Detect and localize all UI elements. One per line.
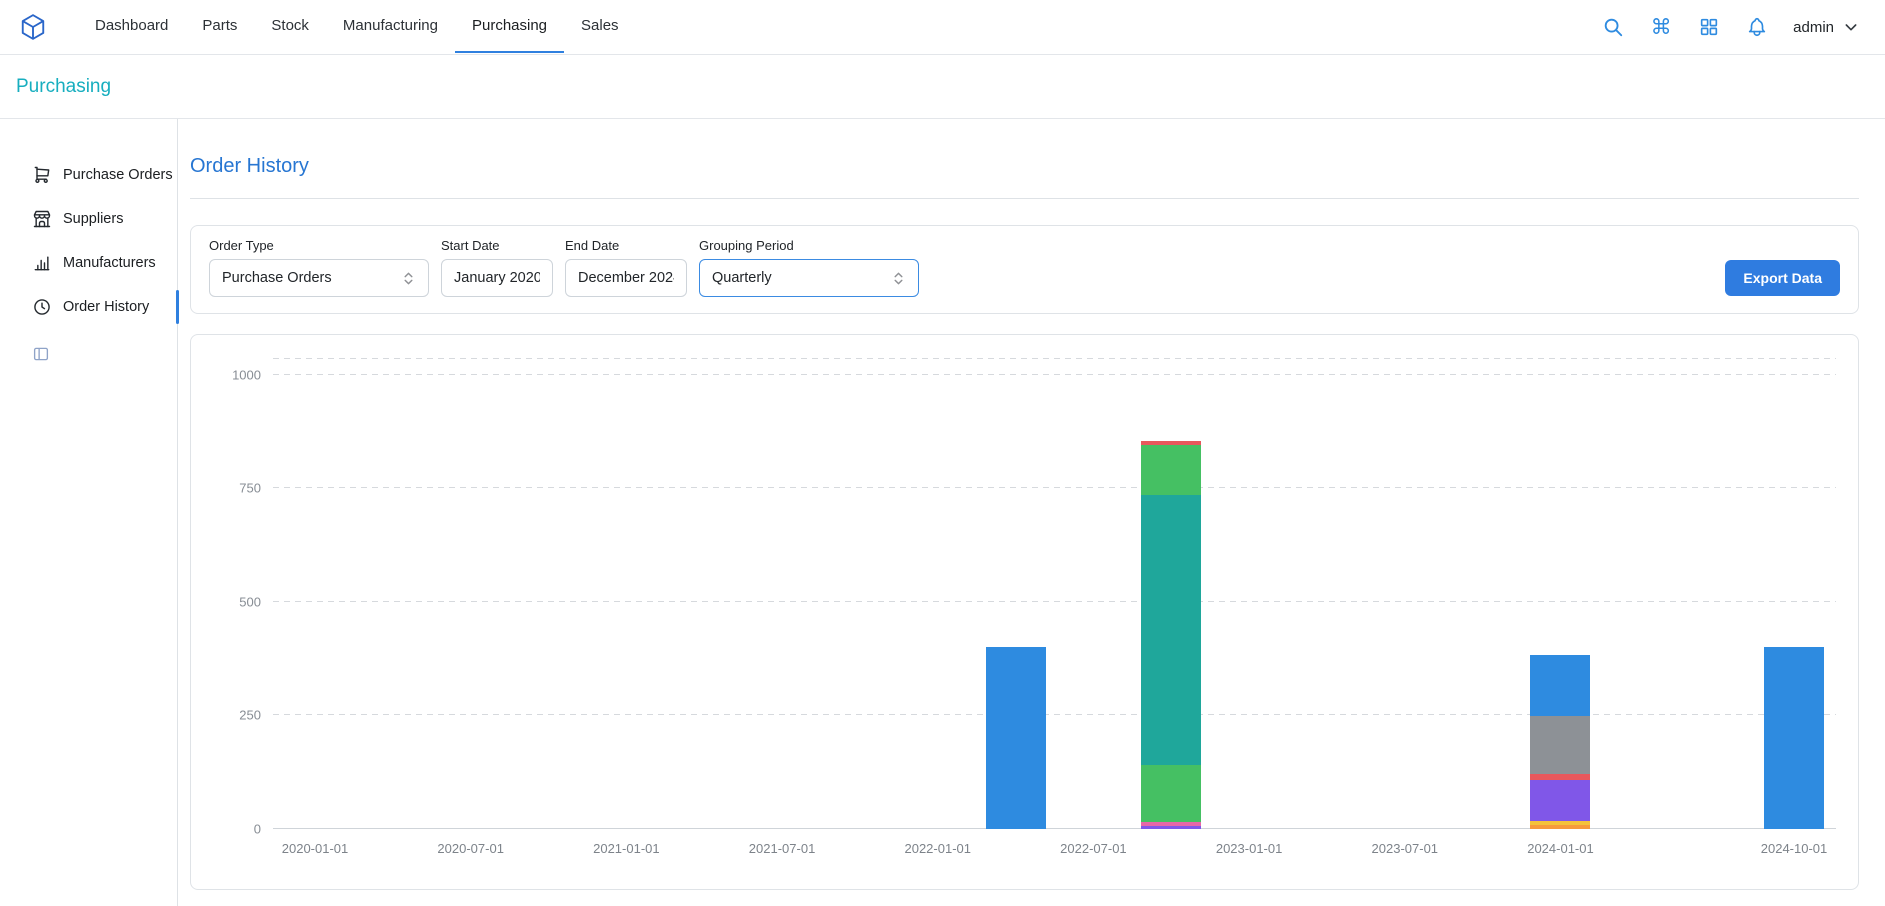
order-type-select[interactable]: Purchase Orders	[209, 259, 429, 297]
y-axis-tick: 1000	[232, 367, 261, 382]
y-axis-tick: 0	[254, 822, 261, 837]
chart-bar-segment	[1530, 655, 1590, 716]
order-type-label: Order Type	[209, 238, 429, 253]
end-date-field: End Date	[565, 238, 687, 297]
chart-bar-segment	[1141, 826, 1201, 829]
start-date-label: Start Date	[441, 238, 553, 253]
app-logo[interactable]	[18, 12, 48, 42]
tab-purchasing[interactable]: Purchasing	[455, 0, 564, 53]
sidebar-item-label: Suppliers	[63, 211, 123, 227]
chart-bar[interactable]	[1141, 441, 1201, 829]
order-history-chart: 2020-01-01 2020-07-01 2021-01-01 2021-07-01…	[209, 359, 1840, 871]
section-divider	[190, 198, 1859, 199]
chart-bar[interactable]	[986, 647, 1046, 829]
chart-bar-segment	[1530, 825, 1590, 829]
select-chevrons-icon	[401, 271, 416, 286]
sidebar-collapse-icon[interactable]	[32, 345, 50, 363]
order-type-value: Purchase Orders	[222, 270, 332, 286]
x-axis-tick: 2020-07-01	[437, 841, 504, 856]
main-tabs: Dashboard Parts Stock Manufacturing Purc…	[78, 0, 636, 54]
history-clock-icon	[32, 297, 52, 317]
chart-card: 2020-01-01 2020-07-01 2021-01-01 2021-07-01…	[190, 334, 1859, 890]
chevron-down-icon	[1843, 19, 1859, 35]
tab-stock[interactable]: Stock	[254, 0, 326, 53]
y-axis-tick: 500	[239, 594, 261, 609]
purchasing-sidebar: Purchase Orders Suppliers Manufacturers …	[0, 119, 178, 906]
start-date-field: Start Date	[441, 238, 553, 297]
chart-inner: 2020-01-012020-07-012021-01-012021-07-01…	[315, 359, 1794, 829]
username: admin	[1793, 19, 1834, 36]
x-axis-tick: 2020-01-01	[282, 841, 349, 856]
grouping-period-select[interactable]: Quarterly	[699, 259, 919, 297]
sidebar-item-purchase-orders[interactable]: Purchase Orders	[0, 153, 177, 197]
breadcrumb[interactable]: Purchasing	[16, 76, 111, 98]
shopping-cart-icon	[32, 165, 52, 185]
user-menu[interactable]: admin	[1793, 19, 1859, 36]
notifications-bell-icon[interactable]	[1745, 15, 1769, 39]
chart-bar-segment	[1141, 495, 1201, 765]
x-axis-tick: 2021-07-01	[749, 841, 816, 856]
chart-bar[interactable]	[1764, 647, 1824, 829]
chart-bar-segment	[1141, 445, 1201, 495]
start-date-input[interactable]	[441, 259, 553, 297]
sidebar-item-manufacturers[interactable]: Manufacturers	[0, 241, 177, 285]
grouping-period-value: Quarterly	[712, 270, 772, 286]
top-navbar: Dashboard Parts Stock Manufacturing Purc…	[0, 0, 1885, 55]
sidebar-item-label: Order History	[63, 299, 149, 315]
x-axis-tick: 2023-07-01	[1372, 841, 1439, 856]
chart-bar[interactable]	[1530, 655, 1590, 829]
tab-parts[interactable]: Parts	[185, 0, 254, 53]
content-area: Purchase Orders Suppliers Manufacturers …	[0, 119, 1885, 906]
chart-bar-segment	[1764, 647, 1824, 829]
x-axis-tick: 2024-10-01	[1761, 841, 1828, 856]
sidebar-item-label: Purchase Orders	[63, 167, 173, 183]
filter-card: Order Type Purchase Orders Start Date En…	[190, 225, 1859, 314]
chart-bar-segment	[1141, 765, 1201, 822]
sidebar-item-suppliers[interactable]: Suppliers	[0, 197, 177, 241]
chart-bar-segment	[986, 647, 1046, 829]
end-date-input[interactable]	[565, 259, 687, 297]
y-axis-tick: 750	[239, 481, 261, 496]
chart-plot: 2020-01-012020-07-012021-01-012021-07-01…	[273, 359, 1836, 829]
page-title: Order History	[190, 155, 1859, 178]
end-date-label: End Date	[565, 238, 687, 253]
navbar-actions: ⌘ admin	[1601, 15, 1859, 39]
grouping-period-field: Grouping Period Quarterly	[699, 238, 919, 297]
bar-chart-icon	[32, 253, 52, 273]
order-type-field: Order Type Purchase Orders	[209, 238, 429, 297]
tab-manufacturing[interactable]: Manufacturing	[326, 0, 455, 53]
x-axis-tick: 2023-01-01	[1216, 841, 1283, 856]
tab-dashboard[interactable]: Dashboard	[78, 0, 185, 53]
tab-sales[interactable]: Sales	[564, 0, 636, 53]
breadcrumb-bar: Purchasing	[0, 55, 1885, 119]
search-icon[interactable]	[1601, 15, 1625, 39]
x-axis-tick: 2024-01-01	[1527, 841, 1594, 856]
building-store-icon	[32, 209, 52, 229]
barcode-scan-icon[interactable]	[1697, 15, 1721, 39]
command-spotlight-icon[interactable]: ⌘	[1649, 15, 1673, 39]
sidebar-item-order-history[interactable]: Order History	[0, 285, 177, 329]
main-panel: Order History Order Type Purchase Orders…	[178, 119, 1885, 906]
chart-bar-segment	[1530, 716, 1590, 774]
chart-bar-segment	[1530, 780, 1590, 821]
x-axis-tick: 2022-07-01	[1060, 841, 1127, 856]
y-axis-tick: 250	[239, 708, 261, 723]
x-axis-tick: 2021-01-01	[593, 841, 660, 856]
select-chevrons-icon	[891, 271, 906, 286]
x-axis-tick: 2022-01-01	[904, 841, 971, 856]
export-data-button[interactable]: Export Data	[1725, 260, 1840, 296]
grouping-period-label: Grouping Period	[699, 238, 919, 253]
sidebar-item-label: Manufacturers	[63, 255, 156, 271]
